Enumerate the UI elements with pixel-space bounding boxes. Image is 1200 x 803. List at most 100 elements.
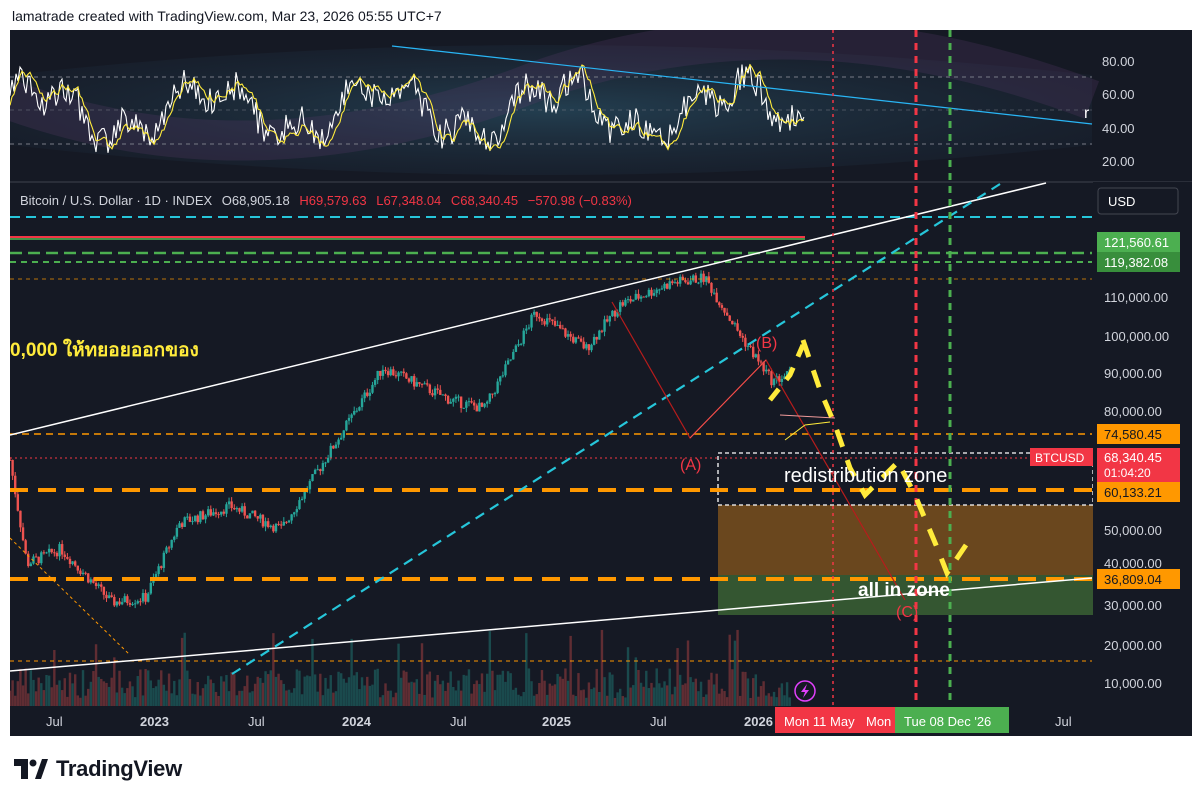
candle-body	[285, 521, 288, 523]
wave-label-b: (B)	[756, 335, 777, 352]
tradingview-logo[interactable]: TradingView	[14, 756, 182, 782]
candle-body	[355, 410, 359, 412]
candle-body	[120, 602, 124, 605]
volume-bar	[585, 697, 588, 706]
ohlc-change: −570.98 (−0.83%)	[528, 193, 632, 208]
volume-bar	[676, 648, 679, 706]
volume-bar	[647, 688, 651, 706]
volume-bar	[559, 676, 562, 706]
volume-bar	[73, 674, 77, 706]
candle-body	[191, 521, 194, 523]
candle-body	[381, 369, 385, 376]
volume-bar	[605, 695, 609, 706]
volume-bar	[199, 695, 202, 706]
currency-button[interactable]: USD	[1097, 187, 1179, 215]
volume-bar	[608, 672, 611, 706]
candle-body	[389, 369, 392, 376]
volume-bar	[220, 676, 223, 706]
candle-body	[459, 396, 463, 409]
candle-body	[139, 601, 142, 603]
volume-bar	[154, 686, 158, 706]
candle-body	[206, 509, 210, 516]
volume-bar	[746, 678, 750, 706]
volume-bar	[29, 670, 33, 706]
volume-bar	[227, 691, 231, 706]
candle-body	[582, 341, 585, 349]
volume-bar	[128, 681, 132, 706]
price-axis[interactable]: USD 110,000.00 100,000.00 90,000.00 80,0…	[1030, 182, 1192, 706]
candle-body	[569, 334, 572, 337]
candle-body	[42, 552, 46, 554]
candle-body	[710, 282, 713, 293]
volume-bar	[725, 697, 729, 706]
volume-bar	[639, 682, 643, 706]
candle-body	[345, 420, 348, 431]
candle-body	[632, 299, 635, 302]
candle-body	[689, 280, 692, 285]
candle-body	[759, 361, 763, 363]
candle-body	[371, 384, 374, 393]
chart-frame[interactable]: 80.00 60.00 40.00 20.00 r 0,000 ให้ทยอยอ…	[10, 30, 1192, 736]
candle-body	[329, 445, 332, 458]
candle-body	[53, 552, 56, 554]
upper-channel-line	[10, 182, 1047, 436]
badge-36809-text: 36,809.04	[1104, 572, 1162, 587]
volume-bar	[379, 697, 382, 706]
volume-bar	[261, 682, 265, 706]
volume-bar	[439, 684, 442, 706]
candle-body	[199, 511, 202, 523]
candle-body	[608, 316, 611, 322]
candle-body	[102, 586, 106, 595]
candle-body	[220, 511, 223, 515]
candle-body	[193, 515, 197, 522]
candle-body	[525, 328, 528, 331]
time-badge-red-text: Mon 11 May	[784, 714, 855, 729]
volume-bar	[772, 691, 776, 706]
price-chart[interactable]: 80.00 60.00 40.00 20.00 r 0,000 ให้ทยอยอ…	[10, 30, 1192, 736]
candle-body	[720, 305, 724, 308]
volume-bar	[499, 674, 502, 706]
candle-body	[282, 521, 286, 526]
candle-body	[131, 603, 134, 605]
volume-bar	[486, 673, 489, 706]
volume-bar	[19, 668, 22, 706]
candle-body	[564, 328, 567, 337]
candle-body	[386, 371, 390, 376]
osc-tick-80: 80.00	[1102, 54, 1135, 69]
volume-bar	[303, 676, 306, 706]
candle-body	[37, 556, 40, 564]
volume-bar	[243, 686, 246, 706]
candle-body	[256, 516, 259, 519]
candle-body	[29, 563, 33, 567]
volume-bar	[694, 678, 698, 706]
candle-body	[697, 282, 700, 284]
time-axis[interactable]: Jul 2023 Jul 2024 Jul 2025 Jul 2026 Jul …	[10, 706, 1192, 736]
volume-bar	[81, 670, 85, 706]
volume-bar	[345, 682, 348, 706]
volume-bar	[720, 688, 724, 706]
oscillator-pane: 80.00 60.00 40.00 20.00 r	[10, 30, 1192, 183]
lightning-icon[interactable]	[794, 680, 816, 702]
volume-bar	[84, 695, 87, 706]
candle-body	[561, 328, 565, 330]
candle-body	[707, 276, 711, 283]
candle-body	[123, 596, 126, 603]
volume-bar	[355, 672, 359, 706]
volume-bar	[295, 669, 299, 706]
time-tick-2023: 2023	[140, 714, 169, 729]
volume-bar	[196, 682, 199, 706]
volume-bar	[97, 676, 100, 706]
candle-body	[300, 498, 304, 501]
volume-bar	[133, 697, 137, 706]
candle-body	[68, 558, 72, 565]
volume-bar	[551, 685, 554, 706]
candle-body	[532, 311, 536, 315]
volume-bar	[339, 673, 343, 706]
volume-bar	[248, 692, 252, 706]
candle-body	[501, 375, 505, 377]
volume-bar	[131, 686, 134, 706]
candle-body	[350, 414, 353, 418]
candle-body	[313, 469, 317, 475]
volume-bar	[55, 684, 59, 706]
volume-bar	[225, 675, 228, 706]
